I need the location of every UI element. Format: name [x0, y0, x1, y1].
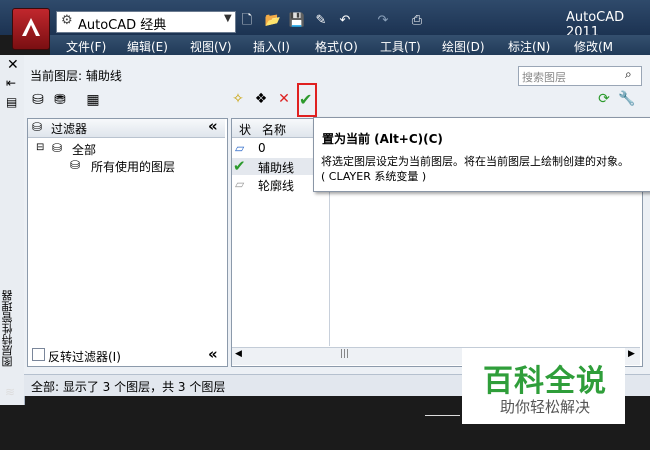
status-text: 全部: 显示了 3 个图层，共 3 个图层	[31, 380, 226, 394]
menu-edit[interactable]: 编辑(E)	[127, 38, 168, 55]
new-file-icon[interactable]: 🗋	[238, 12, 256, 30]
menu-tools[interactable]: 工具(T)	[380, 38, 421, 55]
collapse-filters-button[interactable]: «	[208, 117, 218, 135]
redo-icon[interactable]: ↷	[374, 12, 392, 30]
new-layer-icon[interactable]: ✧	[229, 90, 247, 108]
chevron-down-icon[interactable]: ▼	[224, 13, 232, 24]
layer-status-icon: ▱	[235, 141, 245, 155]
layer-status-icon: ▱	[235, 177, 245, 191]
tooltip-description: 将选定图层设定为当前图层。将在当前图层上绘制创建的对象。	[321, 155, 629, 168]
scroll-right-icon[interactable]: ▶	[628, 349, 635, 359]
column-status[interactable]: 状	[239, 121, 251, 138]
watermark-subtitle: 助你轻松解决	[499, 398, 590, 416]
current-layer-check-icon: ✔	[233, 157, 246, 175]
save-as-icon[interactable]: ✎	[312, 12, 330, 30]
column-name[interactable]: 名称	[262, 121, 286, 138]
scroll-thumb-grip[interactable]: |||	[340, 349, 349, 359]
settings-wrench-icon[interactable]: 🔧	[618, 90, 636, 108]
menu-file[interactable]: 文件(F)	[66, 38, 106, 55]
layer-name[interactable]: 0	[258, 141, 266, 155]
layer-name[interactable]: 辅助线	[258, 159, 294, 176]
filter-used-item[interactable]: 所有使用的图层	[91, 158, 175, 175]
filter-tree	[27, 118, 228, 367]
layer-states-icon[interactable]: ▦	[84, 91, 102, 109]
set-current-button[interactable]: ✔	[297, 83, 317, 117]
workspace-label: AutoCAD 经典	[78, 18, 167, 33]
menu-draw[interactable]: 绘图(D)	[442, 38, 485, 55]
filter-all-item[interactable]: 全部	[72, 141, 96, 158]
autocad-a-icon	[22, 18, 40, 36]
menu-insert[interactable]: 插入(I)	[253, 38, 290, 55]
menu-view[interactable]: 视图(V)	[190, 38, 232, 55]
filter-icon: ⛁	[32, 120, 43, 134]
refresh-icon[interactable]: ⟳	[595, 90, 613, 108]
current-layer-label: 当前图层: 辅助线	[30, 69, 122, 83]
properties-icon[interactable]: ▤	[6, 95, 17, 109]
tooltip-title: 置为当前 (Alt+C)(C)	[322, 132, 443, 146]
print-icon[interactable]: ⎙	[408, 12, 426, 30]
new-vp-frozen-layer-icon[interactable]: ❖	[252, 90, 270, 108]
delete-layer-icon[interactable]: ✕	[275, 90, 293, 108]
filter-used-icon: ⛁	[70, 158, 81, 172]
drawing-canvas-line	[425, 415, 460, 416]
collapse-filters-bottom-button[interactable]: «	[208, 345, 218, 363]
invert-filter-checkbox[interactable]	[32, 348, 45, 361]
close-icon[interactable]: ✕	[7, 57, 19, 73]
save-icon[interactable]: 💾	[288, 12, 306, 30]
undo-icon[interactable]: ↶	[336, 12, 354, 30]
open-folder-icon[interactable]: 📂	[264, 12, 282, 30]
invert-filter-label: 反转过滤器(I)	[48, 350, 121, 364]
scroll-left-icon[interactable]: ◀	[235, 349, 242, 359]
autohide-icon[interactable]: ⇤	[6, 76, 16, 90]
menu-format[interactable]: 格式(O)	[315, 38, 358, 55]
search-icon: ⌕	[625, 67, 632, 81]
tree-expand-icon[interactable]: ⊟	[36, 142, 44, 153]
layer-name[interactable]: 轮廓线	[258, 177, 294, 194]
menu-modify[interactable]: 修改(M	[574, 38, 613, 55]
tooltip-note: ( CLAYER 系统变量 )	[321, 170, 427, 183]
new-property-filter-icon[interactable]: ⛁	[29, 91, 47, 109]
menu-dimension[interactable]: 标注(N)	[508, 38, 550, 55]
palette-vertical-title: 图层特性管理器	[1, 290, 14, 367]
gear-icon: ⚙	[61, 13, 73, 28]
new-group-filter-icon[interactable]: ⛃	[51, 91, 69, 109]
checkmark-icon: ✔	[299, 90, 313, 109]
filter-all-icon: ⛁	[52, 141, 63, 155]
watermark-title: 百科全说	[483, 364, 607, 399]
search-placeholder: 搜索图层	[522, 71, 566, 84]
filter-header-label: 过滤器	[51, 122, 88, 136]
layers-icon: ≋	[5, 385, 16, 399]
autocad-logo-button[interactable]	[12, 8, 50, 50]
